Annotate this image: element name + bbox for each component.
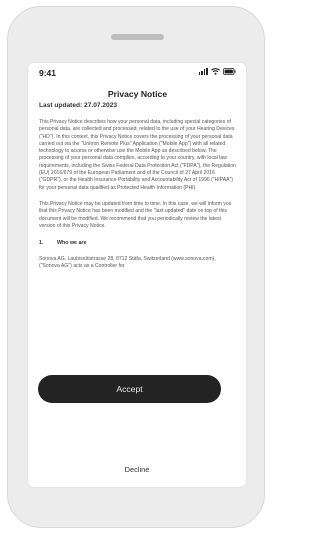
status-time: 9:41 xyxy=(39,68,57,78)
decline-button[interactable]: Decline xyxy=(28,465,246,474)
last-updated-date: Last updated: 27.07.2023 xyxy=(39,102,118,109)
wifi-icon xyxy=(211,68,220,75)
phone-speaker xyxy=(111,34,164,40)
page-title: Privacy Notice xyxy=(107,89,168,99)
privacy-notice-content[interactable]: Privacy Notice Last updated: 27.07.2023 … xyxy=(39,89,236,271)
status-bar: 9:41 xyxy=(28,63,246,81)
who-we-are-paragraph: Sonova AG, Laubisrütistrasse 28, 8712 St… xyxy=(39,256,216,270)
phone-screen: 9:41 Privacy Notice Last updated: 27.07.… xyxy=(28,63,246,487)
section-number: 1. xyxy=(39,240,44,247)
accept-button[interactable]: Accept xyxy=(38,375,221,403)
phone-frame: 9:41 Privacy Notice Last updated: 27.07.… xyxy=(7,6,265,528)
cellular-signal-icon xyxy=(198,68,208,75)
intro-paragraph: This Privacy Notice describes how your p… xyxy=(39,119,236,191)
battery-icon xyxy=(223,68,236,75)
updates-paragraph: This Privacy Notice may be updated from … xyxy=(39,200,232,229)
section-title: Who we are xyxy=(57,240,87,247)
status-icons xyxy=(198,68,236,75)
section-heading-who-we-are: 1. Who we are xyxy=(39,240,236,247)
